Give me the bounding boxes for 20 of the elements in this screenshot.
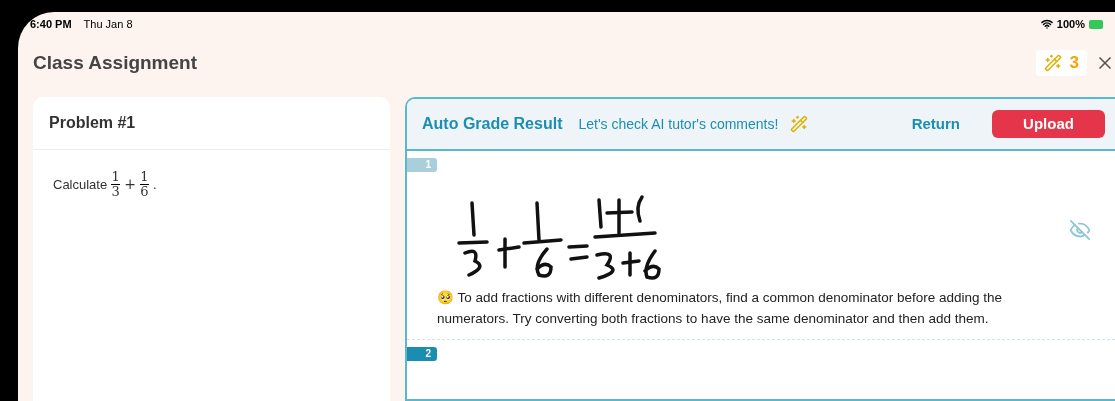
credit-badge: 3 bbox=[1035, 50, 1087, 76]
return-button[interactable]: Return bbox=[899, 112, 972, 136]
result-hint: Let's check AI tutor's comments! bbox=[578, 114, 779, 134]
result-title: Auto Grade Result bbox=[422, 114, 563, 134]
magic-wand-icon bbox=[1043, 54, 1062, 72]
upload-button[interactable]: Upload bbox=[992, 110, 1105, 138]
magic-wand-icon bbox=[790, 115, 809, 133]
denominator: 3 bbox=[111, 185, 120, 199]
status-date: Thu Jan 8 bbox=[83, 16, 133, 32]
wifi-icon bbox=[1040, 18, 1053, 30]
denominator: 6 bbox=[140, 185, 149, 199]
tutor-comment: 🥺 To add fractions with different denominators, find a common denominator before adding the numerators. Try converting both fractions to have the same denominator and then add them. bbox=[436, 289, 1004, 328]
battery-percent: 100% bbox=[1056, 16, 1085, 32]
numerator: 1 bbox=[140, 170, 149, 184]
answer-number-tag[interactable]: 2 bbox=[407, 347, 437, 361]
problem-title: Problem #1 bbox=[49, 113, 136, 133]
battery-icon bbox=[1089, 19, 1103, 29]
status-time: 6:40 PM bbox=[30, 16, 72, 32]
page-title: Class Assignment bbox=[33, 50, 197, 75]
numerator: 1 bbox=[111, 170, 120, 184]
